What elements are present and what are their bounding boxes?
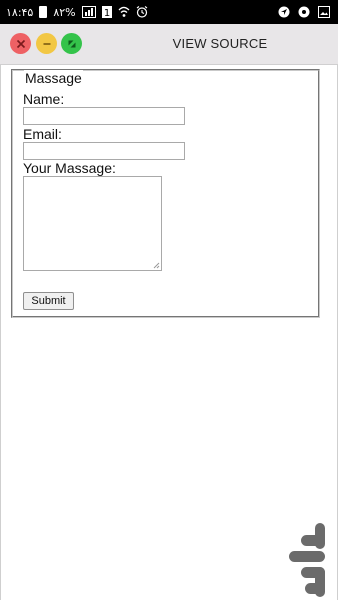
- close-icon: [16, 39, 25, 48]
- settings-icon: [298, 6, 310, 18]
- resize-grip-icon[interactable]: [153, 262, 160, 269]
- minimize-icon: [43, 42, 50, 45]
- battery-icon: [39, 6, 48, 18]
- svg-text:1: 1: [103, 8, 109, 18]
- alarm-icon: [136, 6, 148, 18]
- message-label: Your Massage:: [23, 160, 116, 176]
- location-icon: [278, 6, 290, 18]
- app-logo-icon: [289, 523, 325, 597]
- left-edge: [0, 65, 1, 600]
- name-input[interactable]: [23, 107, 185, 125]
- status-time: ۱۸:۴۵: [6, 5, 34, 19]
- status-bar: ۱۸:۴۵ ۸۲% 1: [0, 0, 338, 24]
- sim-icon: [81, 6, 96, 18]
- name-label: Name:: [23, 91, 65, 107]
- title-bar: VIEW SOURCE: [0, 24, 338, 65]
- email-input[interactable]: [23, 142, 185, 160]
- fieldset-legend: Massage: [24, 70, 83, 86]
- minimize-button[interactable]: [36, 33, 57, 54]
- battery-percent: ۸۲%: [53, 5, 76, 19]
- submit-button[interactable]: Submit: [23, 292, 74, 310]
- status-right: [278, 4, 330, 20]
- signal-icon: 1: [101, 6, 112, 18]
- message-textarea[interactable]: [23, 176, 162, 271]
- window-title: VIEW SOURCE: [172, 36, 268, 51]
- close-button[interactable]: [10, 33, 31, 54]
- wifi-icon: [118, 6, 130, 18]
- email-label: Email:: [23, 126, 62, 142]
- gallery-icon: [318, 6, 330, 18]
- maximize-button[interactable]: [61, 33, 82, 54]
- status-left: ۱۸:۴۵ ۸۲% 1: [6, 4, 148, 20]
- maximize-icon: [68, 40, 75, 47]
